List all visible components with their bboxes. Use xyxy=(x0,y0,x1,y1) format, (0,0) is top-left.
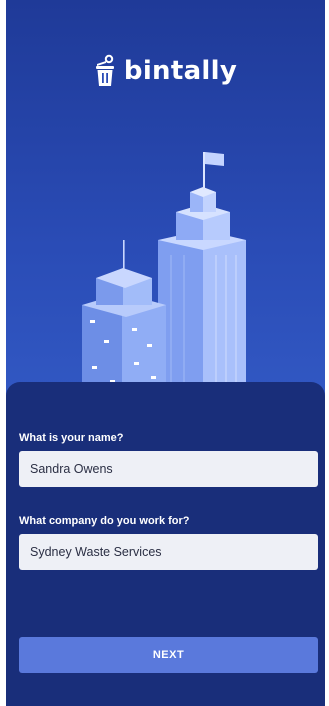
company-label: What company do you work for? xyxy=(19,515,190,527)
brand-logo: bintally xyxy=(6,54,325,88)
brand-name: bintally xyxy=(123,56,238,86)
bin-icon xyxy=(95,54,114,86)
name-label: What is your name? xyxy=(19,432,124,444)
next-button[interactable]: NEXT xyxy=(19,637,318,673)
company-input[interactable] xyxy=(19,534,318,570)
tall-tower xyxy=(158,152,246,400)
name-input[interactable] xyxy=(19,451,318,487)
city-illustration xyxy=(82,152,246,400)
onboarding-screen: bintally What is your name? Sandra Owens… xyxy=(6,0,325,706)
short-tower xyxy=(82,240,166,400)
